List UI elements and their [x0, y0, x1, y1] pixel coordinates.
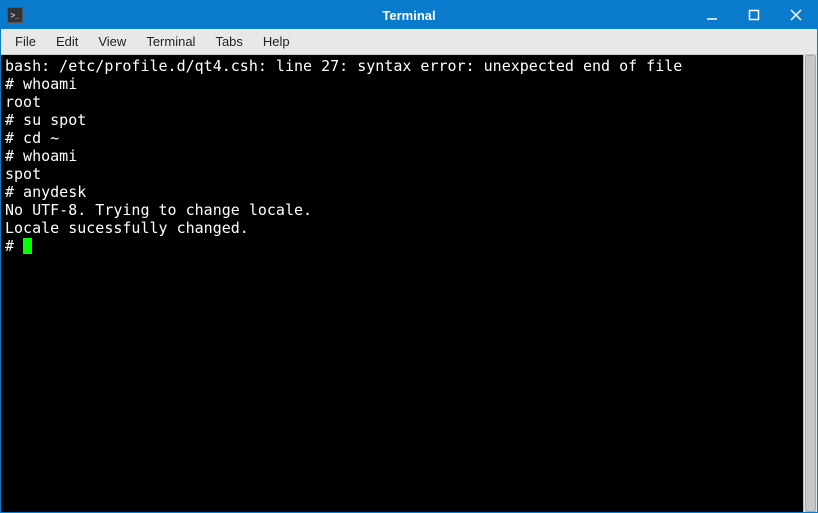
menu-edit[interactable]: Edit: [46, 31, 88, 52]
terminal-line: # su spot: [5, 111, 799, 129]
menu-file[interactable]: File: [5, 31, 46, 52]
menu-view[interactable]: View: [88, 31, 136, 52]
terminal-line: root: [5, 93, 799, 111]
app-icon: >_: [7, 7, 23, 23]
close-button[interactable]: [775, 1, 817, 29]
terminal-line: # cd ~: [5, 129, 799, 147]
scrollbar[interactable]: [803, 55, 817, 512]
minimize-button[interactable]: [691, 1, 733, 29]
terminal-line: # whoami: [5, 147, 799, 165]
terminal-content[interactable]: bash: /etc/profile.d/qt4.csh: line 27: s…: [1, 55, 803, 512]
scrollbar-thumb[interactable]: [805, 55, 816, 512]
maximize-button[interactable]: [733, 1, 775, 29]
prompt: #: [5, 237, 23, 255]
terminal-line: spot: [5, 165, 799, 183]
titlebar[interactable]: >_ Terminal: [1, 1, 817, 29]
window-controls: [691, 1, 817, 29]
maximize-icon: [748, 9, 760, 21]
terminal-window: >_ Terminal File Edit View Terminal Tabs…: [0, 0, 818, 513]
close-icon: [790, 9, 802, 21]
menu-tabs[interactable]: Tabs: [205, 31, 252, 52]
terminal-icon: >_: [10, 11, 19, 20]
menu-help[interactable]: Help: [253, 31, 300, 52]
terminal-line: bash: /etc/profile.d/qt4.csh: line 27: s…: [5, 57, 799, 75]
terminal-line: # whoami: [5, 75, 799, 93]
terminal-body: bash: /etc/profile.d/qt4.csh: line 27: s…: [1, 55, 817, 512]
terminal-prompt-line: #: [5, 237, 799, 255]
terminal-line: Locale sucessfully changed.: [5, 219, 799, 237]
terminal-line: # anydesk: [5, 183, 799, 201]
terminal-line: No UTF-8. Trying to change locale.: [5, 201, 799, 219]
menu-terminal[interactable]: Terminal: [136, 31, 205, 52]
menubar: File Edit View Terminal Tabs Help: [1, 29, 817, 55]
minimize-icon: [706, 9, 718, 21]
cursor: [23, 238, 32, 254]
